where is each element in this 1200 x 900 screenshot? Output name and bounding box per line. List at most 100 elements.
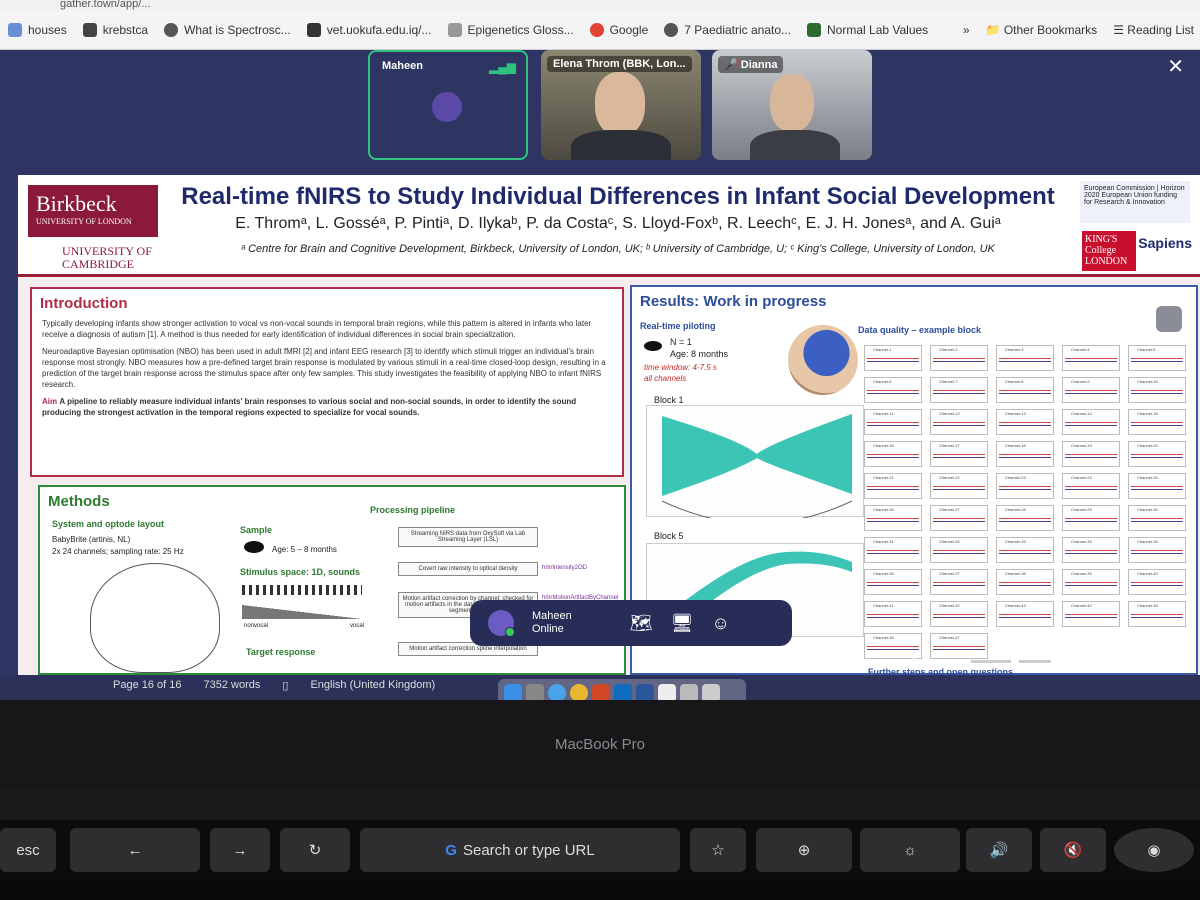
poster-header: Birkbeck UNIVERSITY OF LONDON UNIVERSITY … — [18, 175, 1200, 277]
hbo-trace — [1065, 518, 1117, 519]
bookmark-label: krebstca — [102, 22, 149, 37]
bookmark-google[interactable]: Google — [589, 22, 648, 37]
page-indicator[interactable]: Page 16 of 16 — [113, 679, 182, 691]
focus-button[interactable]: ▭ Focus — [898, 655, 941, 668]
hbo-trace — [999, 518, 1051, 519]
intro-aim: Aim A pipeline to reliably measure indiv… — [32, 396, 622, 424]
intro-heading: Introduction — [40, 295, 128, 312]
channel-label: Channel-30 — [1137, 507, 1158, 512]
other-bookmarks[interactable]: 📁 Other Bookmarks — [986, 23, 1098, 37]
zoom-level: 148% — [1081, 655, 1110, 668]
zoom-in-button[interactable]: + — [1063, 656, 1069, 668]
channel-plot: Channel-43 — [996, 601, 1054, 627]
hbr-trace — [1065, 585, 1117, 586]
cambridge-logo: UNIVERSITY OF CAMBRIDGE — [28, 245, 158, 273]
close-icon[interactable]: ✕ — [1167, 54, 1184, 79]
bookmark-epigenetics[interactable]: Epigenetics Gloss... — [447, 22, 574, 37]
bookmark-lab-values[interactable]: Normal Lab Values — [807, 22, 928, 37]
infant-icon — [244, 541, 264, 553]
channel-plot: Channel-10 — [1128, 377, 1186, 403]
video-tile-elena[interactable]: Elena Throm (BBK, Lon... — [541, 50, 701, 160]
bookmark-star-key[interactable]: ☆ — [690, 828, 746, 872]
eu-logo: European Commission | Horizon 2020 Europ… — [1080, 181, 1190, 223]
reading-list[interactable]: ☰ Reading List — [1113, 23, 1194, 37]
document-icon[interactable] — [1156, 306, 1182, 332]
word-count[interactable]: 7352 words — [204, 679, 261, 691]
channel-label: Channel-14 — [1071, 411, 1092, 416]
bookmark-krebstca[interactable]: krebstca — [82, 22, 149, 37]
channel-label: Channel-1 — [873, 347, 892, 352]
channel-label: Channel-33 — [1005, 539, 1026, 544]
results-heading: Results: Work in progress — [640, 293, 827, 310]
more-bookmarks-button[interactable]: » — [963, 23, 970, 37]
channel-label: Channel-32 — [939, 539, 960, 544]
pipeline-heading: Processing pipeline — [370, 505, 456, 515]
bookmark-paediatric[interactable]: 7 Paediatric anato... — [664, 22, 791, 37]
map-icon[interactable]: 🗺 — [630, 613, 653, 634]
back-key[interactable]: ← — [70, 828, 200, 872]
channel-label: Channel-15 — [1137, 411, 1158, 416]
channel-label: Channel-27 — [939, 507, 960, 512]
siri-key[interactable]: ◉ — [1114, 828, 1194, 872]
hbo-trace — [1131, 614, 1183, 615]
hbr-trace — [999, 489, 1051, 490]
hbo-trace — [867, 422, 919, 423]
proofing-icon[interactable]: ▯ — [282, 679, 288, 692]
video-tile-dianna[interactable]: 🎤̸ Dianna — [712, 50, 872, 160]
zoom-slider[interactable] — [971, 657, 1052, 665]
hbo-trace — [999, 486, 1051, 487]
language-indicator[interactable]: English (United Kingdom) — [310, 679, 435, 691]
emoji-icon[interactable]: ☺ — [711, 613, 729, 634]
hbr-trace — [1131, 457, 1183, 458]
reading-list-label: Reading List — [1127, 23, 1194, 37]
hbo-trace — [999, 550, 1051, 551]
screen-share-icon[interactable]: 🖥 — [671, 613, 694, 634]
video-tile-maheen[interactable]: Maheen ▂▄▆ — [368, 50, 528, 160]
hbr-trace — [999, 457, 1051, 458]
quality-heading: Data quality – example block — [858, 325, 982, 335]
hbo-trace — [933, 518, 985, 519]
hbr-trace — [1065, 521, 1117, 522]
volume-key[interactable]: 🔊 — [966, 828, 1032, 872]
cambridge-name: UNIVERSITY OF CAMBRIDGE — [62, 244, 152, 271]
url-bar[interactable]: gather.town/app/... — [0, 0, 1200, 10]
channel-plot: Channel-34 — [1062, 537, 1120, 563]
hbo-trace — [933, 582, 985, 583]
hbr-trace — [867, 489, 919, 490]
touchbar-search[interactable]: G Search or type URL — [360, 828, 680, 872]
bookmark-houses[interactable]: houses — [8, 22, 67, 37]
zoom-out-button[interactable]: − — [953, 656, 959, 668]
user-status[interactable]: Maheen Online — [532, 610, 572, 636]
mute-key[interactable]: 🔇 — [1040, 828, 1106, 872]
block1-plot — [646, 405, 864, 524]
brightness-key[interactable]: ☼ — [860, 828, 960, 872]
channel-label: Channel-46 — [873, 635, 894, 640]
channel-plot: Channel-6 — [864, 377, 922, 403]
esc-key[interactable]: esc — [0, 828, 56, 872]
forward-key[interactable]: → — [210, 828, 270, 872]
muted-icon: 🎤̸ — [724, 59, 738, 71]
globe-icon — [164, 22, 179, 37]
vocal-label: vocal — [350, 623, 365, 629]
bookmark-spectroscopy[interactable]: What is Spectrosc... — [164, 22, 291, 37]
hbo-trace — [867, 358, 919, 359]
channel-plot: Channel-2 — [930, 345, 988, 371]
pipeline-step-1: Streaming NIRS data from OxySoft via Lab… — [398, 527, 538, 547]
channel-plot: Channel-8 — [996, 377, 1054, 403]
channel-label: Channel-16 — [873, 443, 894, 448]
channel-label: Channel-22 — [939, 475, 960, 480]
hbo-trace — [867, 582, 919, 583]
hbr-trace — [1065, 361, 1117, 362]
new-tab-key[interactable]: ⊕ — [756, 828, 852, 872]
channel-plot: Channel-20 — [1128, 441, 1186, 467]
stimulus-waveform — [242, 585, 362, 595]
block1-chart — [661, 414, 853, 524]
gather-space: Maheen ▂▄▆ Elena Throm (BBK, Lon... 🎤̸ D… — [0, 50, 1200, 675]
reload-key[interactable]: ↻ — [280, 828, 350, 872]
hbo-trace — [1065, 358, 1117, 359]
hbr-trace — [999, 521, 1051, 522]
bookmark-vet[interactable]: vet.uokufa.edu.iq/... — [306, 22, 432, 37]
channel-plot: Channel-18 — [996, 441, 1054, 467]
hbr-trace — [1131, 553, 1183, 554]
avatar[interactable] — [488, 610, 515, 637]
